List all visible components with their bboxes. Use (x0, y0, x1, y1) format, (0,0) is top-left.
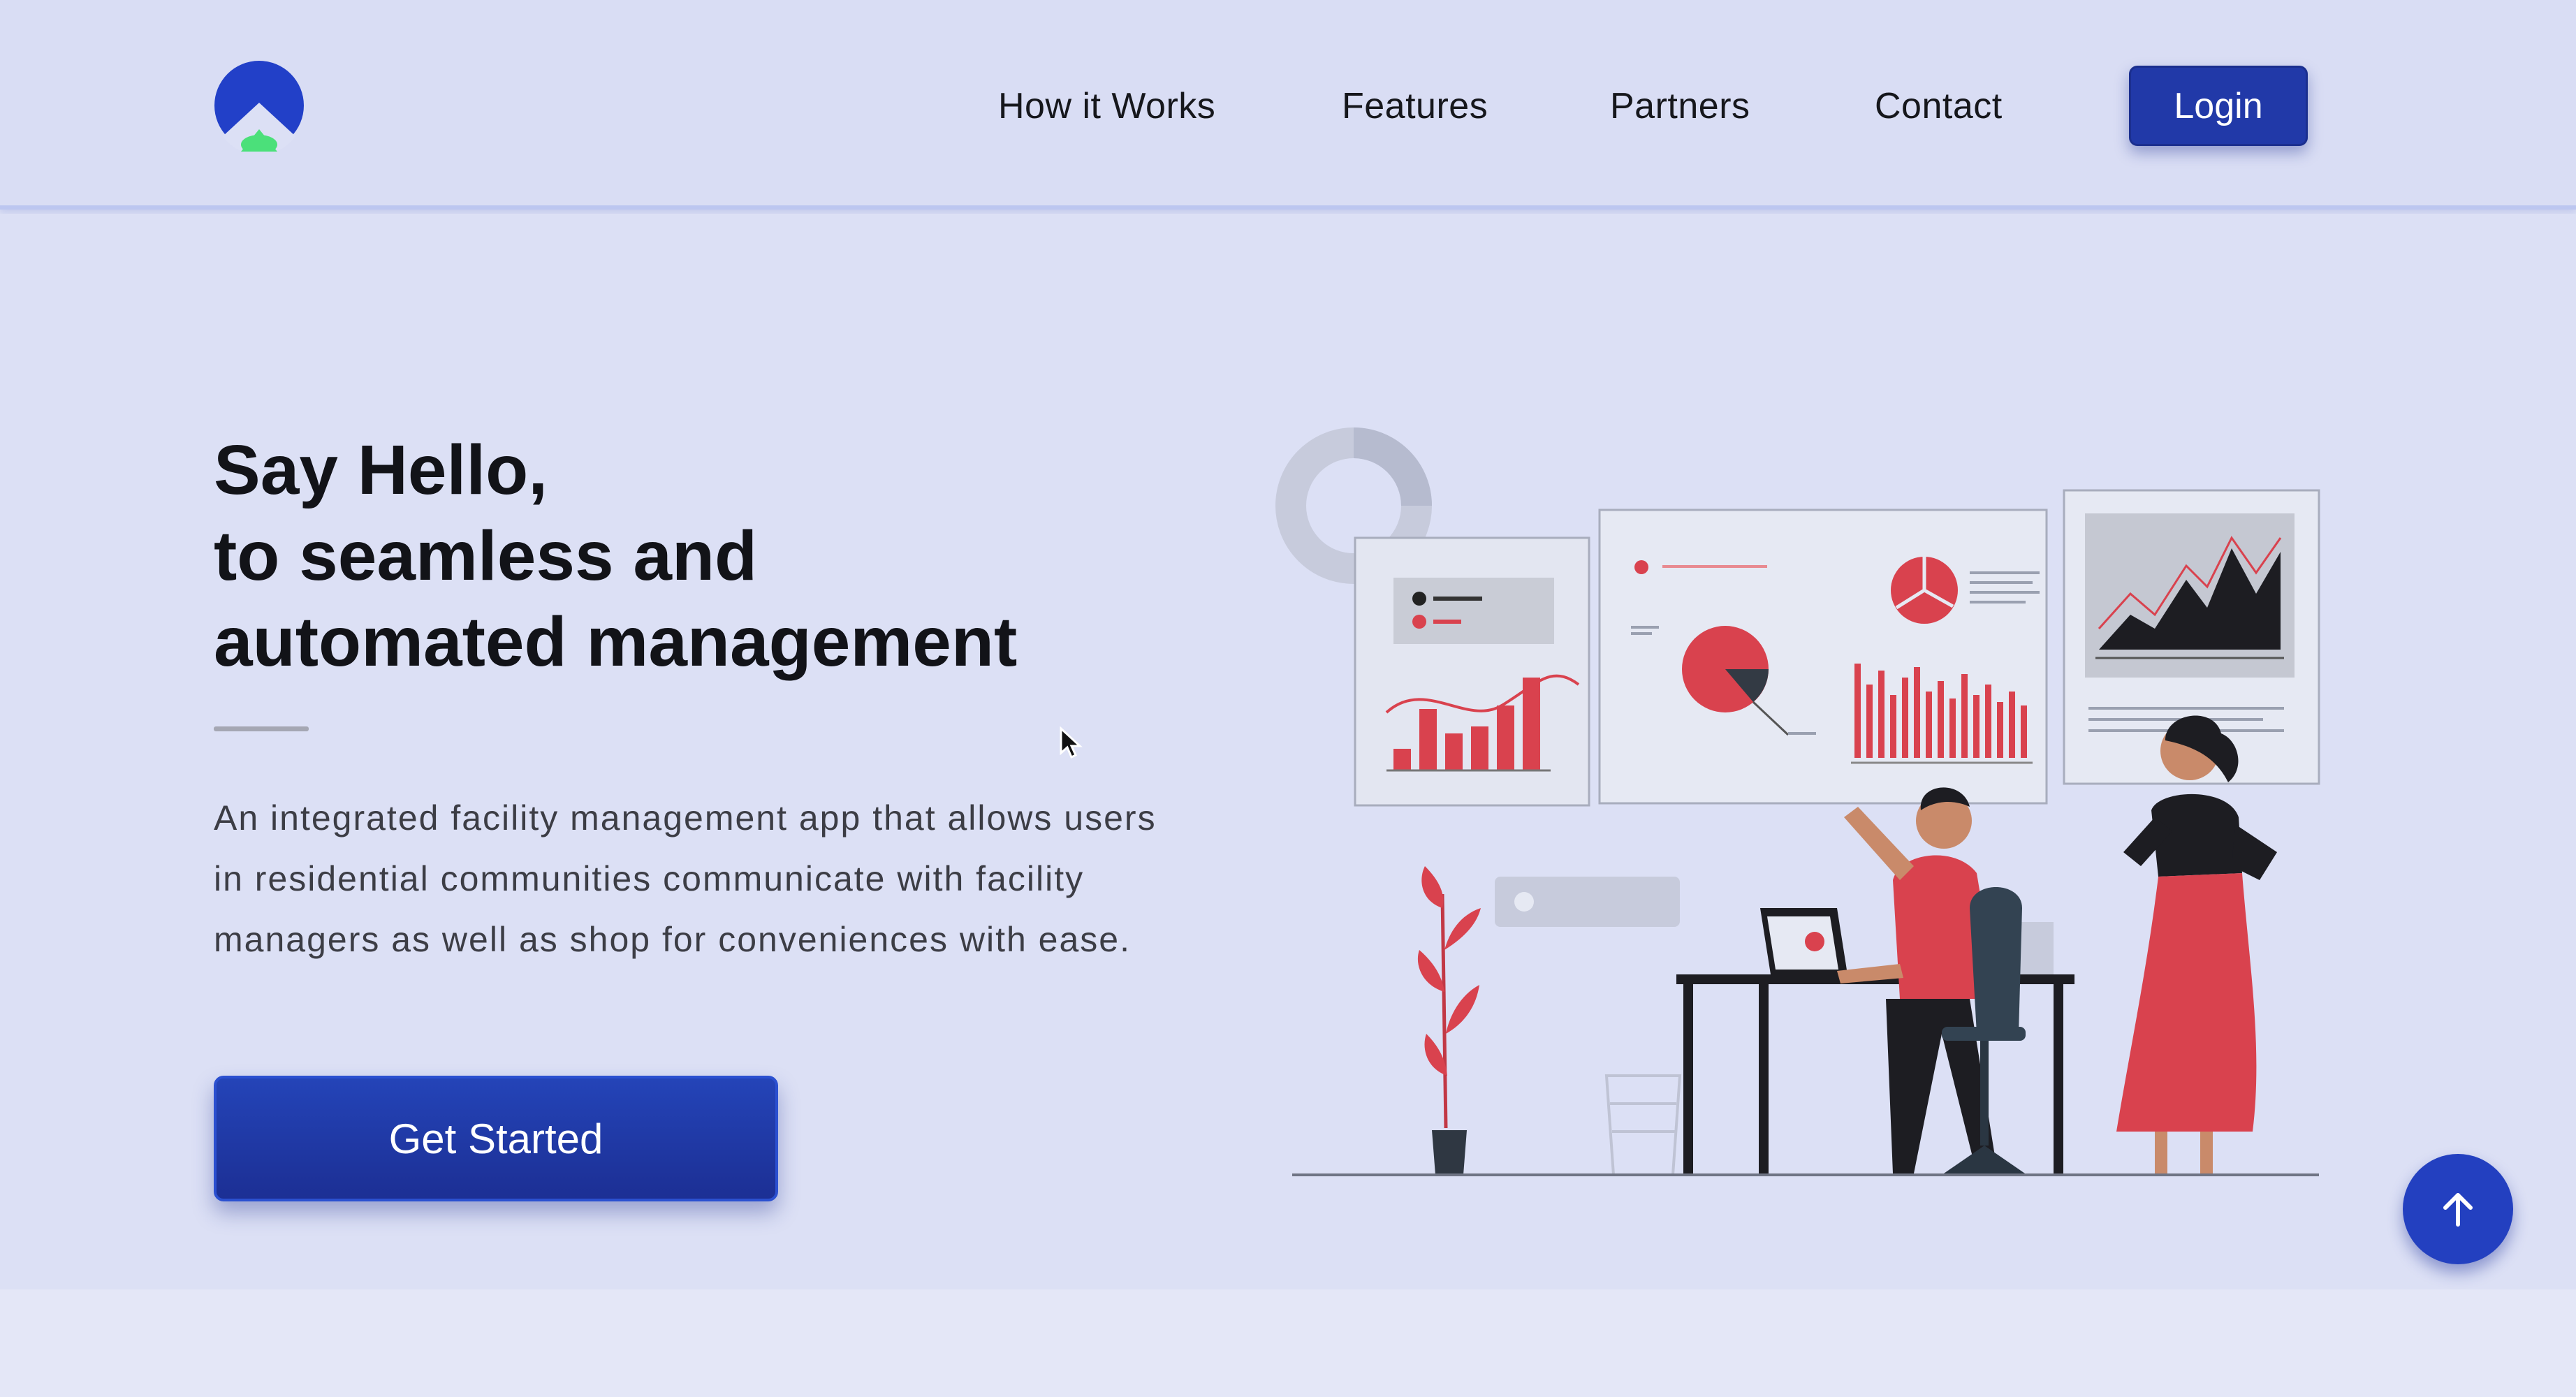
left-dashboard-panel (1354, 536, 1590, 807)
description-line-3: managers as well as shop for convenience… (214, 920, 1131, 959)
analytics-dashboard-illustration (1275, 427, 2320, 1176)
description-line-2: in residential communities communicate w… (214, 859, 1085, 898)
next-section-band (0, 1289, 2576, 1397)
login-button[interactable]: Login (2129, 66, 2308, 146)
headline-line-3: automated management (214, 603, 1018, 681)
seated-person-decoration (1837, 787, 1998, 1173)
center-dashboard-panel (1598, 509, 2048, 805)
headline-divider (214, 726, 309, 731)
hero-description: An integrated facility management app th… (214, 788, 1234, 970)
basket-decoration (1604, 1074, 1682, 1176)
nav-link-partners[interactable]: Partners (1610, 85, 1750, 127)
nav-link-how-it-works[interactable]: How it Works (998, 85, 1215, 127)
plant-decoration (1417, 866, 1481, 1175)
hero-headline: Say Hello, to seamless and automated man… (214, 427, 1261, 685)
headline-line-1: Say Hello, (214, 431, 548, 509)
nav-link-features[interactable]: Features (1342, 85, 1488, 127)
site-header: How it Works Features Partners Contact L… (0, 0, 2576, 210)
headline-line-2: to seamless and (214, 517, 758, 595)
nav-link-contact[interactable]: Contact (1875, 85, 2003, 127)
brand-logo-icon[interactable] (213, 59, 305, 152)
arrow-up-icon (2443, 1193, 2473, 1227)
mouse-cursor-icon (1060, 726, 1083, 759)
scroll-to-top-button[interactable] (2403, 1154, 2513, 1264)
get-started-button[interactable]: Get Started (214, 1076, 778, 1201)
description-line-1: An integrated facility management app th… (214, 798, 1157, 838)
